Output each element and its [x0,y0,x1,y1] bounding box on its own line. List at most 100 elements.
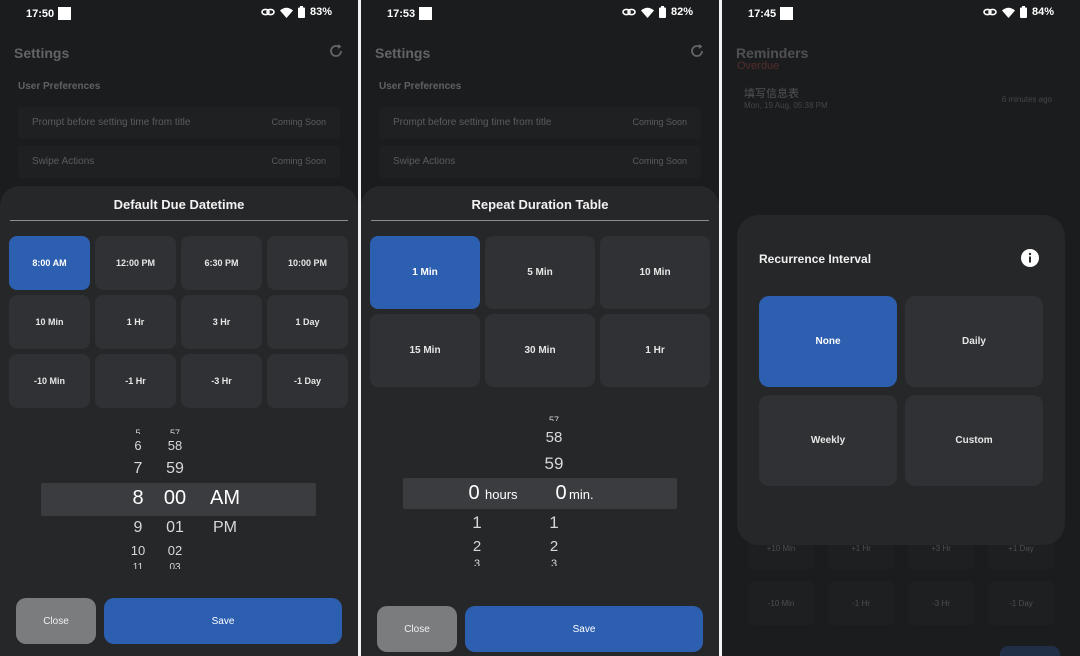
page-title: Settings [14,45,70,61]
preset-option[interactable]: 10 Min [9,295,90,349]
page-title: Reminders [736,45,809,61]
pref-row-swipe[interactable]: Swipe Actions Coming Soon [18,146,340,178]
picker-hour[interactable]: 10 [118,543,158,558]
picker-ampm-selected[interactable]: AM [200,487,250,510]
pref-label: Prompt before setting time from title [32,117,191,128]
notification-icon [780,7,793,20]
preset-option[interactable]: 3 Hr [181,295,262,349]
preset-option[interactable]: 1 Hr [95,295,176,349]
bottom-sheet: Default Due Datetime 8:00 AM 12:00 PM 6:… [0,186,358,656]
link-icon [622,8,636,16]
screen-default-due-datetime: 17:50 83% Settings User Preferences Prom… [0,0,358,656]
duration-option[interactable]: 1 Hr [600,314,710,387]
picker-minute[interactable]: 01 [155,519,195,537]
picker-minute[interactable]: 3 [534,558,574,566]
picker-minute[interactable]: 59 [155,460,195,478]
picker-hour[interactable]: 5 [118,428,158,434]
pref-row-prompt[interactable]: Prompt before setting time from title Co… [379,107,701,139]
picker-minute[interactable]: 02 [155,543,195,558]
pref-value: Coming Soon [271,117,326,127]
battery-percent: 82% [670,6,693,18]
status-icons: 84% [983,6,1054,18]
recurrence-grid: None Daily Weekly Custom [759,296,1043,486]
status-bar: 17:50 83% [0,0,358,30]
preset-option[interactable]: 10:00 PM [267,236,348,290]
preset-option[interactable]: 6:30 PM [181,236,262,290]
notification-icon [58,7,71,20]
refresh-icon[interactable] [328,43,344,59]
close-button[interactable]: Close [377,606,457,652]
picker-minute[interactable]: 59 [534,454,574,474]
recurrence-option[interactable]: Weekly [759,395,897,486]
duration-option[interactable]: 5 Min [485,236,595,309]
duration-option[interactable]: 30 Min [485,314,595,387]
pref-value: Coming Soon [271,156,326,166]
picker-minute[interactable]: 2 [534,538,574,555]
recurrence-option[interactable]: None [759,296,897,387]
preset-option[interactable]: 8:00 AM [9,236,90,290]
picker-minute[interactable]: 57 [534,415,574,421]
link-icon [261,8,275,16]
battery-percent: 83% [309,6,332,18]
save-button[interactable]: Save [104,598,342,644]
pref-label: Swipe Actions [393,156,456,167]
battery-percent: 84% [1031,6,1054,18]
sheet-title: Default Due Datetime [113,197,245,212]
reminder-date: Mon, 19 Aug, 05:38 PM [744,101,828,110]
section-title: User Preferences [18,81,101,92]
picker-selection-band [403,478,677,509]
bg-option: -1 Hr [828,581,894,625]
picker-hour[interactable]: 1 [457,513,497,533]
preset-option[interactable]: 12:00 PM [95,236,176,290]
battery-icon [658,6,666,18]
close-button[interactable]: Close [16,598,96,644]
pref-row-prompt[interactable]: Prompt before setting time from title Co… [18,107,340,139]
sheet-title: Repeat Duration Table [471,197,609,212]
notification-icon [419,7,432,20]
picker-minute[interactable]: 1 [534,513,574,533]
picker-hours-unit: hours [485,487,518,502]
preset-option[interactable]: -1 Hr [95,354,176,408]
pref-value: Coming Soon [632,117,687,127]
page-title: Settings [375,45,431,61]
picker-minute[interactable]: 03 [155,562,195,569]
preset-option[interactable]: -10 Min [9,354,90,408]
screen-repeat-duration-table: 17:53 82% Settings User Preferences Prom… [361,0,719,656]
picker-hour[interactable]: 11 [118,562,158,569]
picker-hour-selected[interactable]: 8 [118,487,158,510]
picker-hour[interactable]: 9 [118,519,158,537]
dialog-title: Recurrence Interval [759,252,872,266]
status-bar: 17:45 84% [722,0,1080,30]
bg-option: -1 Day [988,581,1054,625]
picker-hour[interactable]: 3 [457,558,497,566]
preset-option[interactable]: -3 Hr [181,354,262,408]
picker-minute[interactable]: 57 [155,428,195,434]
reminder-title[interactable]: 填写信息表 [744,85,799,101]
status-time: 17:50 [26,8,55,20]
preset-option[interactable]: 1 Day [267,295,348,349]
info-icon[interactable] [1021,249,1039,267]
picker-minute[interactable]: 58 [534,429,574,446]
refresh-icon[interactable] [689,43,705,59]
picker-minute-selected[interactable]: 00 [155,487,195,510]
picker-hour[interactable]: 7 [118,460,158,478]
wifi-icon [279,7,293,18]
pref-row-swipe[interactable]: Swipe Actions Coming Soon [379,146,701,178]
save-button[interactable]: Save [465,606,703,652]
recurrence-option[interactable]: Daily [905,296,1043,387]
duration-option[interactable]: 10 Min [600,236,710,309]
picker-hour[interactable]: 2 [457,538,497,555]
preset-option[interactable]: -1 Day [267,354,348,408]
duration-grid: 1 Min 5 Min 10 Min 15 Min 30 Min 1 Hr [370,236,710,387]
bg-option: -10 Min [748,581,814,625]
duration-option[interactable]: 1 Min [370,236,480,309]
recurrence-option[interactable]: Custom [905,395,1043,486]
bottom-sheet: Repeat Duration Table 1 Min 5 Min 10 Min… [361,186,719,656]
picker-hour[interactable]: 6 [118,438,158,453]
picker-minute[interactable]: 58 [155,438,195,453]
divider [371,220,709,221]
picker-ampm[interactable]: PM [200,519,250,537]
pref-label: Prompt before setting time from title [393,117,552,128]
duration-option[interactable]: 15 Min [370,314,480,387]
status-time: 17:45 [748,8,777,20]
